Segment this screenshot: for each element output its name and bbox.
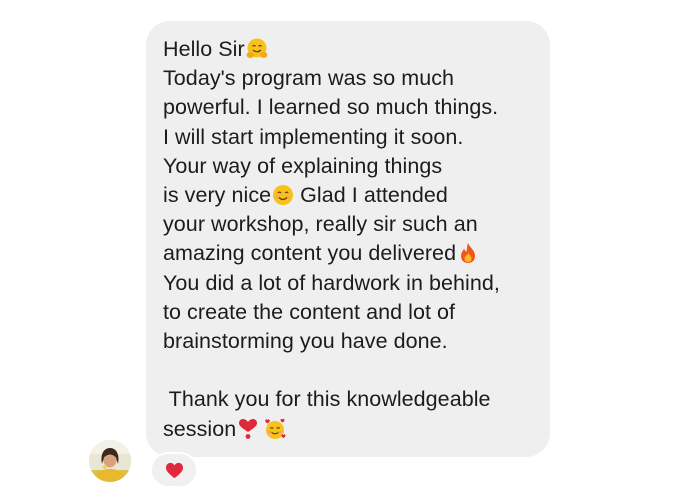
message-line: session [163, 415, 534, 444]
message-line: is very nice Glad I attended [163, 183, 448, 208]
hugging-face-icon [246, 38, 268, 60]
smiling-face-with-hearts-icon [264, 418, 286, 440]
reaction-badge[interactable] [150, 452, 198, 488]
message-line: to create the content and lot of [163, 299, 456, 324]
message-line: You did a lot of hardwork in behind, [163, 270, 500, 295]
message-bubble[interactable]: Hello Sir Today's program was so much po… [146, 21, 550, 457]
message-line: amazing content you delivered [163, 239, 534, 268]
red-heart-icon [165, 462, 183, 478]
fire-icon [457, 242, 479, 264]
heart-exclamation-icon [237, 418, 259, 440]
message-line: Your way of explaining things [163, 153, 443, 178]
message-line: Thank you for this knowledgeable [163, 387, 491, 412]
message-line: I will start implementing it soon. [163, 124, 464, 149]
smiling-face-icon [272, 184, 294, 206]
avatar[interactable] [89, 440, 131, 482]
profile-photo [89, 440, 131, 482]
message-line: your workshop, really sir such an [163, 212, 478, 237]
message-line: powerful. I learned so much things. [163, 95, 499, 120]
message-line: brainstorming you have done. [163, 329, 448, 354]
chat-thread: Hello Sir Today's program was so much po… [0, 0, 700, 500]
message-line: Today's program was so much [163, 66, 455, 91]
message-line: Hello Sir [163, 35, 534, 64]
